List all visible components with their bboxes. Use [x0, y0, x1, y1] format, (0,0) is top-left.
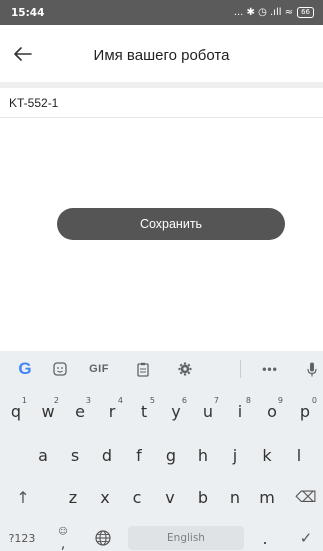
backspace-key[interactable]: ⌫: [290, 479, 322, 515]
key-c[interactable]: c: [122, 479, 152, 515]
key-i[interactable]: i8: [225, 393, 255, 429]
key-e[interactable]: e3: [65, 393, 95, 429]
key-l[interactable]: l: [284, 437, 314, 473]
key-x[interactable]: x: [90, 479, 120, 515]
key-g[interactable]: g: [156, 437, 186, 473]
key-v[interactable]: v: [155, 479, 185, 515]
page-title: Имя вашего робота: [93, 47, 230, 64]
key-a[interactable]: a: [28, 437, 58, 473]
key-s[interactable]: s: [60, 437, 90, 473]
enter-key[interactable]: ✓: [292, 521, 320, 551]
google-g-icon[interactable]: G: [10, 351, 40, 387]
key-w[interactable]: w2: [33, 393, 63, 429]
clipboard-icon[interactable]: [128, 351, 158, 387]
key-b[interactable]: b: [188, 479, 218, 515]
settings-gear-icon[interactable]: [170, 351, 200, 387]
key-d[interactable]: d: [92, 437, 122, 473]
language-globe-key[interactable]: [86, 521, 120, 551]
mic-icon[interactable]: [300, 351, 323, 387]
key-o[interactable]: o9: [257, 393, 287, 429]
save-button[interactable]: Сохранить: [57, 208, 285, 240]
key-n[interactable]: n: [220, 479, 250, 515]
gif-icon[interactable]: GIF: [82, 351, 116, 387]
toolbar-divider: [240, 360, 241, 378]
robot-name-input[interactable]: KT-552-1: [0, 88, 323, 118]
more-icon[interactable]: •••: [250, 351, 290, 387]
period-key[interactable]: .: [252, 521, 278, 551]
key-p[interactable]: p0: [289, 393, 321, 429]
key-r[interactable]: r4: [97, 393, 127, 429]
soft-keyboard: G GIF ••• q1 w2 e3 r4 t5 y6 u7 i8 o9 p0 …: [0, 351, 323, 551]
key-m[interactable]: m: [252, 479, 282, 515]
sticker-icon[interactable]: [45, 351, 75, 387]
emoji-comma-key[interactable]: ☺ ,: [48, 521, 78, 551]
status-icons: ... ✱ ◷ .ıll ≈ 66: [234, 7, 314, 18]
globe-icon: [95, 530, 111, 546]
key-z[interactable]: z: [58, 479, 88, 515]
battery-icon: 66: [297, 7, 314, 18]
key-k[interactable]: k: [252, 437, 282, 473]
key-h[interactable]: h: [188, 437, 218, 473]
status-bar: 15:44 ... ✱ ◷ .ıll ≈ 66: [0, 0, 323, 25]
key-t[interactable]: t5: [129, 393, 159, 429]
status-time: 15:44: [11, 6, 45, 19]
key-q[interactable]: q1: [1, 393, 31, 429]
key-u[interactable]: u7: [193, 393, 223, 429]
key-j[interactable]: j: [220, 437, 250, 473]
shift-key[interactable]: ↑: [6, 479, 40, 515]
spacebar[interactable]: English: [128, 526, 244, 550]
key-f[interactable]: f: [124, 437, 154, 473]
keyboard-toolbar: G GIF •••: [0, 351, 323, 387]
status-indicators: ... ✱ ◷ .ıll ≈: [233, 7, 294, 18]
key-y[interactable]: y6: [161, 393, 191, 429]
app-bar: Имя вашего робота: [0, 25, 323, 82]
symbols-key[interactable]: ?123: [2, 521, 42, 551]
